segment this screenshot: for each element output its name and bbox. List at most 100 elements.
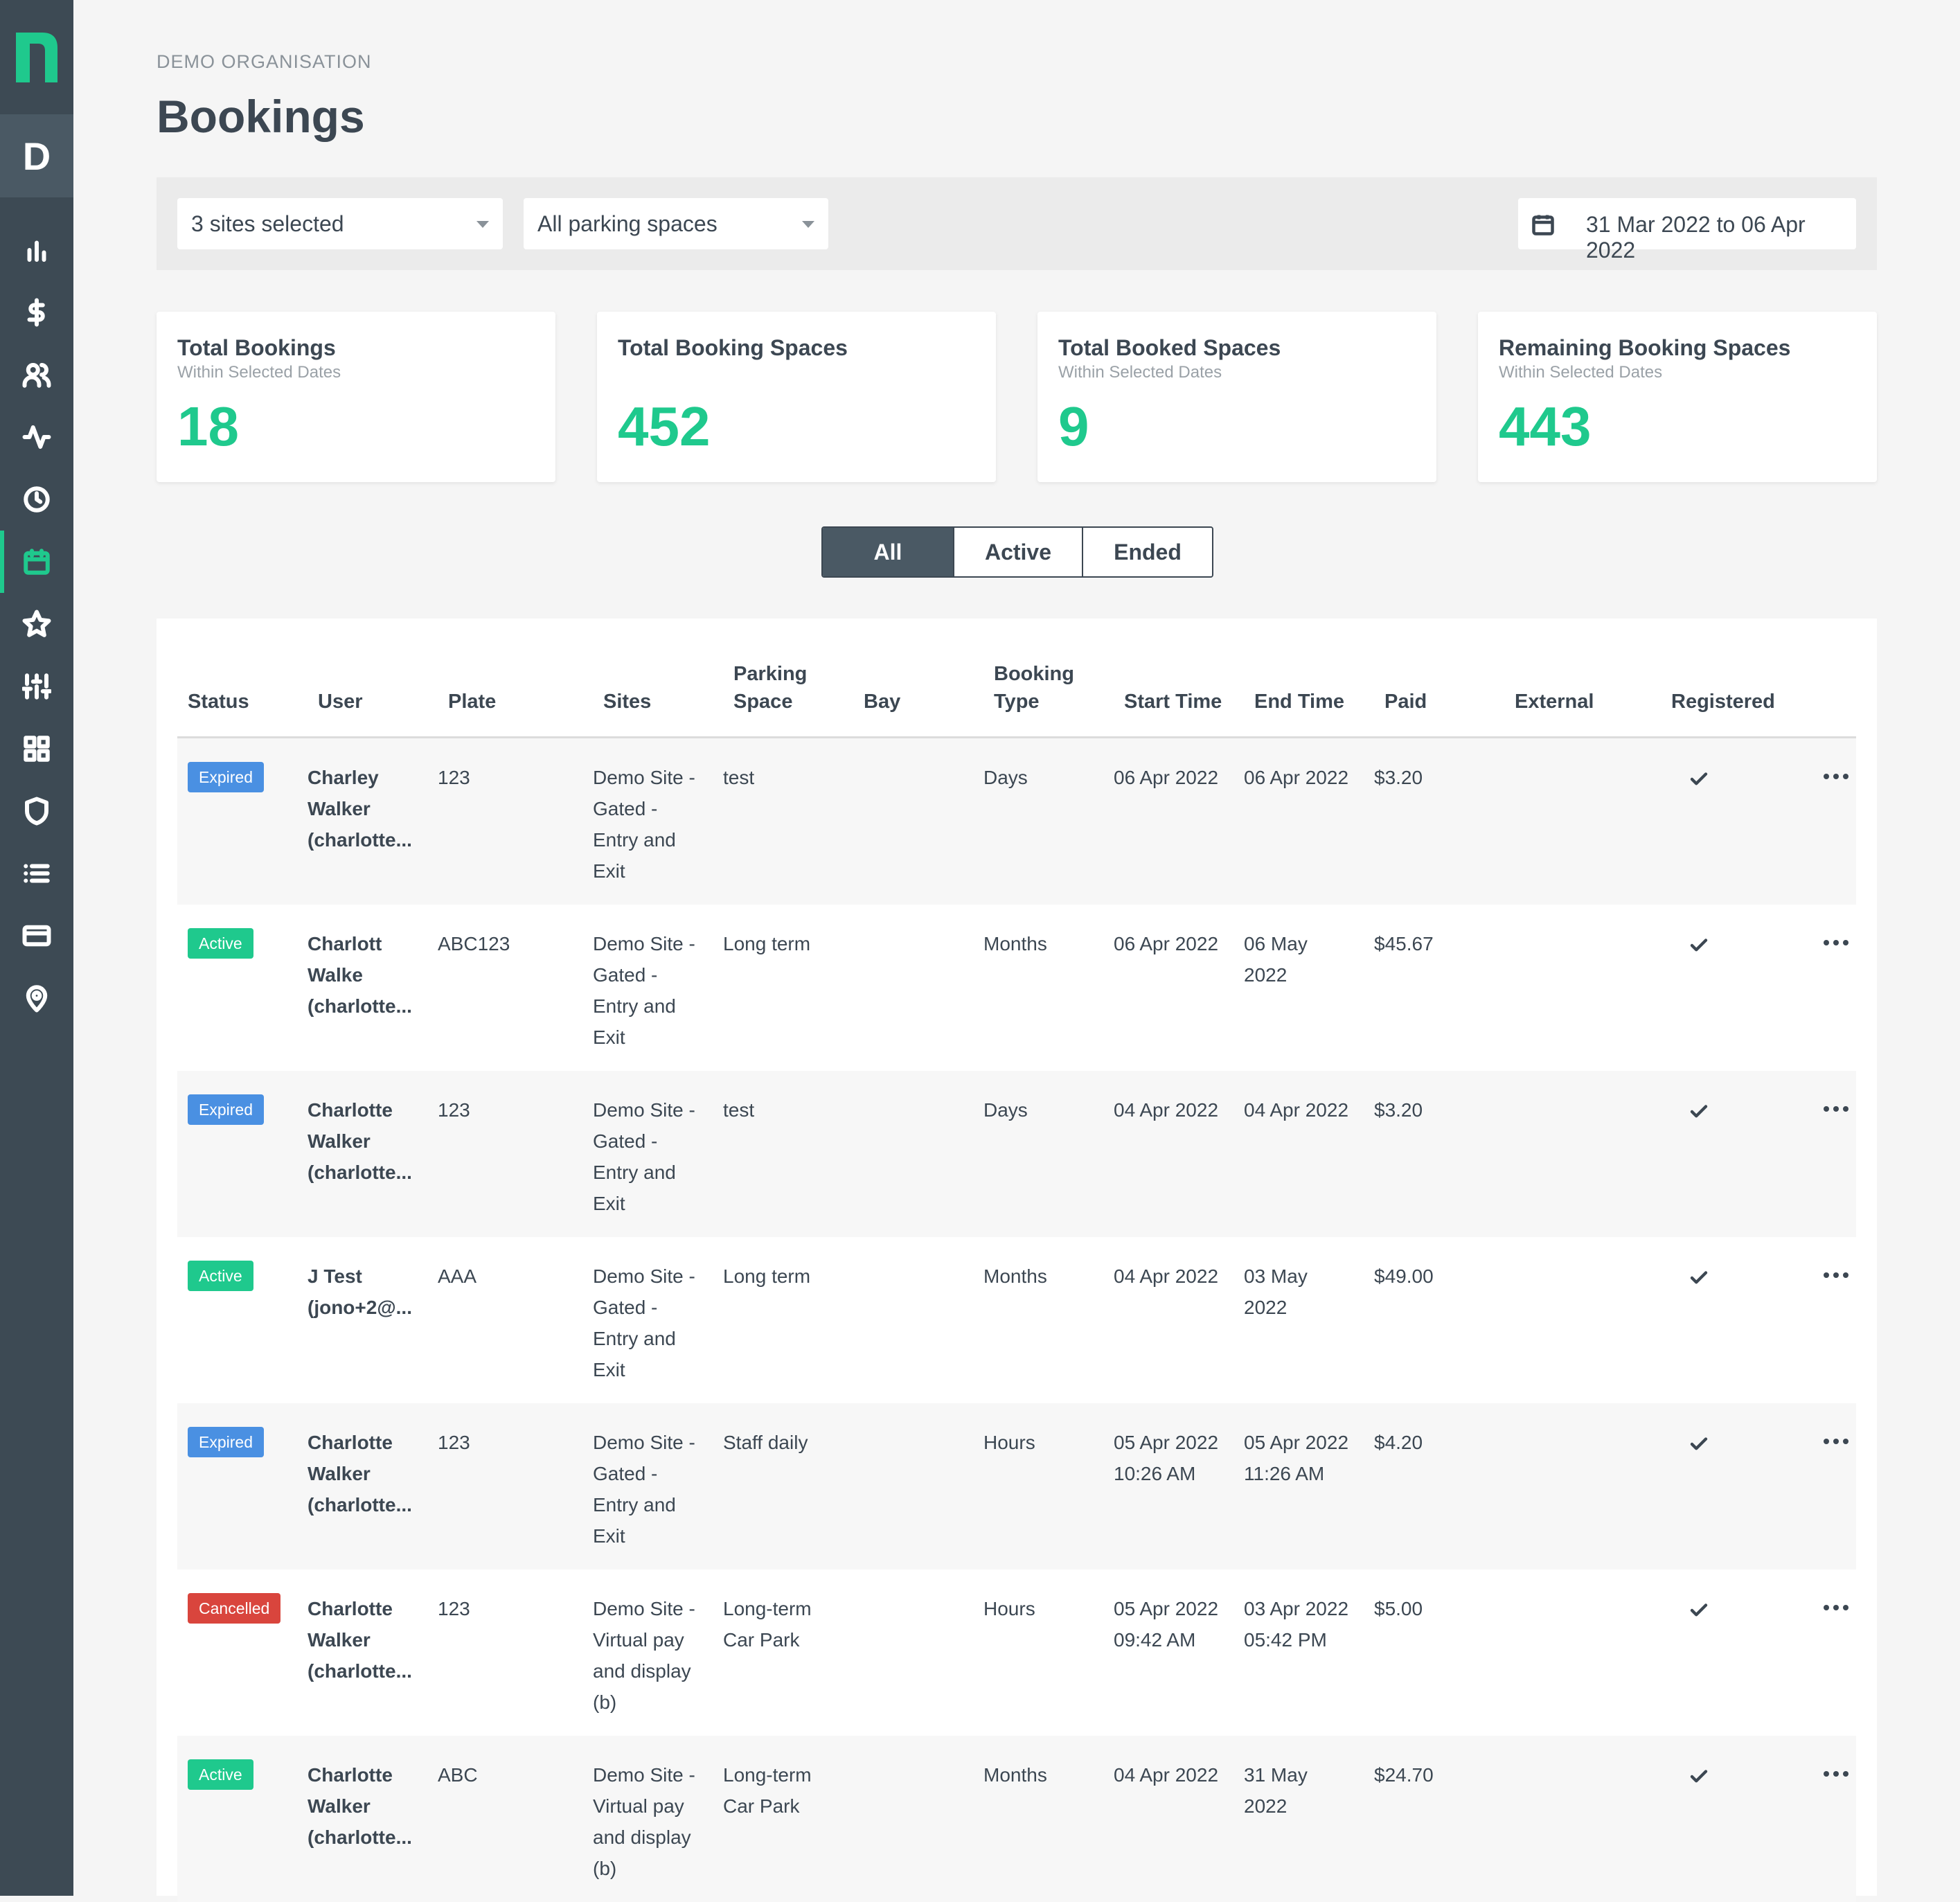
more-options-icon[interactable]: [1819, 1597, 1853, 1618]
nav-revenue[interactable]: [0, 281, 73, 344]
organisation-name: DEMO ORGANISATION: [157, 51, 372, 72]
more-options-icon[interactable]: [1819, 1099, 1853, 1119]
user-cell[interactable]: Charlotte Walker (charlotte...: [308, 1593, 412, 1687]
dollar-icon: [27, 298, 45, 327]
app-logo[interactable]: [0, 0, 73, 114]
column-header-status[interactable]: Status: [188, 688, 249, 716]
end-time-cell: 31 May 2022: [1244, 1759, 1308, 1822]
start-line: 05 Apr 2022: [1114, 1432, 1219, 1453]
user-cell[interactable]: Charley Walker (charlotte...: [308, 762, 412, 855]
user-line: Walke: [308, 964, 363, 986]
table-row[interactable]: Cancelled Charlotte Walker (charlotte... 123…: [177, 1570, 1856, 1736]
column-header-start-time[interactable]: Start Time: [1124, 688, 1222, 716]
more-options-icon[interactable]: [1819, 766, 1853, 787]
table-row[interactable]: Expired Charlotte Walker (charlotte... 123 De…: [177, 1403, 1856, 1570]
nav-analytics[interactable]: [0, 219, 73, 281]
user-line: Charlotte: [308, 1598, 393, 1619]
nav-payments[interactable]: [0, 905, 73, 967]
column-header-sites[interactable]: Sites: [603, 688, 651, 716]
site-line: Exit: [593, 1359, 625, 1380]
end-time-cell: 05 Apr 2022 11:26 AM: [1244, 1427, 1348, 1489]
table-row[interactable]: Active Charlotte Walker (charlotte... ABC Dem…: [177, 1736, 1856, 1902]
more-options-icon[interactable]: [1819, 1763, 1853, 1784]
filter-bar: 3 sites selected All parking spaces 31 M…: [157, 177, 1877, 270]
site-line: Exit: [593, 1193, 625, 1214]
column-header-end-time[interactable]: End Time: [1254, 688, 1344, 716]
end-time-cell: 04 Apr 2022: [1244, 1094, 1348, 1126]
tab-all[interactable]: All: [823, 528, 953, 576]
parking-space-cell: Long term: [723, 928, 810, 959]
tab-active[interactable]: Active: [953, 528, 1082, 576]
sites-cell: Demo Site - Gated - Entry and Exit: [593, 928, 695, 1053]
calendar-icon: [1532, 215, 1554, 235]
user-cell[interactable]: J Test (jono+2@...: [308, 1261, 412, 1323]
end-time-cell: 06 Apr 2022: [1244, 762, 1348, 793]
column-header-parking-space[interactable]: Parking Space: [733, 660, 807, 716]
table-row[interactable]: Expired Charley Walker (charlotte... 123 Demo…: [177, 738, 1856, 905]
end-line: 06 May: [1244, 933, 1308, 954]
site-line: Exit: [593, 860, 625, 882]
clock-icon: [24, 486, 50, 513]
more-options-icon[interactable]: [1819, 1265, 1853, 1286]
parking-spaces-select[interactable]: All parking spaces: [524, 198, 828, 249]
column-header-registered[interactable]: Registered: [1671, 688, 1775, 716]
nav-dashboard[interactable]: [0, 718, 73, 780]
space-line: Long term: [723, 1265, 811, 1287]
sites-cell: Demo Site - Virtual pay and display (b): [593, 1759, 695, 1884]
org-switcher[interactable]: D: [0, 114, 73, 197]
start-line: 05 Apr 2022: [1114, 1598, 1219, 1619]
start-time-cell: 04 Apr 2022: [1114, 1759, 1218, 1790]
user-cell[interactable]: Charlott Walke (charlotte...: [308, 928, 412, 1022]
user-cell[interactable]: Charlotte Walker (charlotte...: [308, 1759, 412, 1853]
start-line: 10:26 AM: [1114, 1463, 1196, 1484]
user-line: Charlott: [308, 933, 382, 954]
nav-security[interactable]: [0, 780, 73, 842]
user-line: Charlotte: [308, 1764, 393, 1786]
grid-icon: [24, 736, 50, 762]
nav-settings[interactable]: [0, 655, 73, 718]
table-row[interactable]: Active Charlott Walke (charlotte... ABC123 De…: [177, 905, 1856, 1071]
column-header-bay[interactable]: Bay: [864, 688, 900, 716]
status-tabs: All Active Ended: [821, 526, 1213, 578]
nav-activity[interactable]: [0, 406, 73, 468]
table-row[interactable]: Expired Charlotte Walker (charlotte... 123 De…: [177, 1071, 1856, 1237]
more-options-icon[interactable]: [1819, 932, 1853, 953]
column-header-external[interactable]: External: [1515, 688, 1594, 716]
nav-bookings[interactable]: [0, 531, 73, 593]
more-options-icon[interactable]: [1819, 1431, 1853, 1452]
tab-ended[interactable]: Ended: [1082, 528, 1212, 576]
paid-cell: $45.67: [1374, 933, 1434, 954]
sites-cell: Demo Site - Gated - Entry and Exit: [593, 762, 695, 887]
nav-list[interactable]: [0, 842, 73, 905]
parking-select-value: All parking spaces: [537, 211, 718, 236]
stat-title: Total Booked Spaces: [1058, 335, 1281, 360]
space-line: Long term: [723, 933, 811, 954]
space-line: Staff daily: [723, 1432, 808, 1453]
org-initial: D: [22, 134, 51, 178]
site-line: Demo Site -: [593, 1432, 695, 1453]
site-line: Gated -: [593, 1130, 658, 1152]
column-header-user[interactable]: User: [318, 688, 363, 716]
activity-icon: [22, 425, 51, 449]
column-header-plate[interactable]: Plate: [448, 688, 496, 716]
nav-history[interactable]: [0, 468, 73, 531]
user-cell[interactable]: Charlotte Walker (charlotte...: [308, 1427, 412, 1520]
stat-title: Total Booking Spaces: [618, 335, 848, 360]
nav-users[interactable]: [0, 344, 73, 406]
logo-icon: [16, 32, 57, 82]
sites-select[interactable]: 3 sites selected: [177, 198, 503, 249]
column-header-paid[interactable]: Paid: [1384, 688, 1427, 716]
stat-remaining-booking-spaces: Remaining Booking Spaces Within Selected…: [1478, 312, 1877, 482]
column-header-booking-type[interactable]: Booking Type: [994, 660, 1074, 716]
table-row[interactable]: Active J Test (jono+2@... AAA Demo Site - Gat…: [177, 1237, 1856, 1403]
nav-locations[interactable]: [0, 967, 73, 1029]
user-line: Charlotte: [308, 1099, 393, 1121]
date-range-picker[interactable]: 31 Mar 2022 to 06 Apr 2022: [1518, 198, 1856, 263]
sites-cell: Demo Site - Virtual pay and display (b): [593, 1593, 695, 1718]
chevron-down-icon: [802, 221, 814, 228]
start-line: 04 Apr 2022: [1114, 1764, 1219, 1786]
nav-favourites[interactable]: [0, 593, 73, 655]
user-cell[interactable]: Charlotte Walker (charlotte...: [308, 1094, 412, 1188]
chevron-down-icon: [476, 221, 489, 228]
site-line: Entry and: [593, 995, 676, 1017]
